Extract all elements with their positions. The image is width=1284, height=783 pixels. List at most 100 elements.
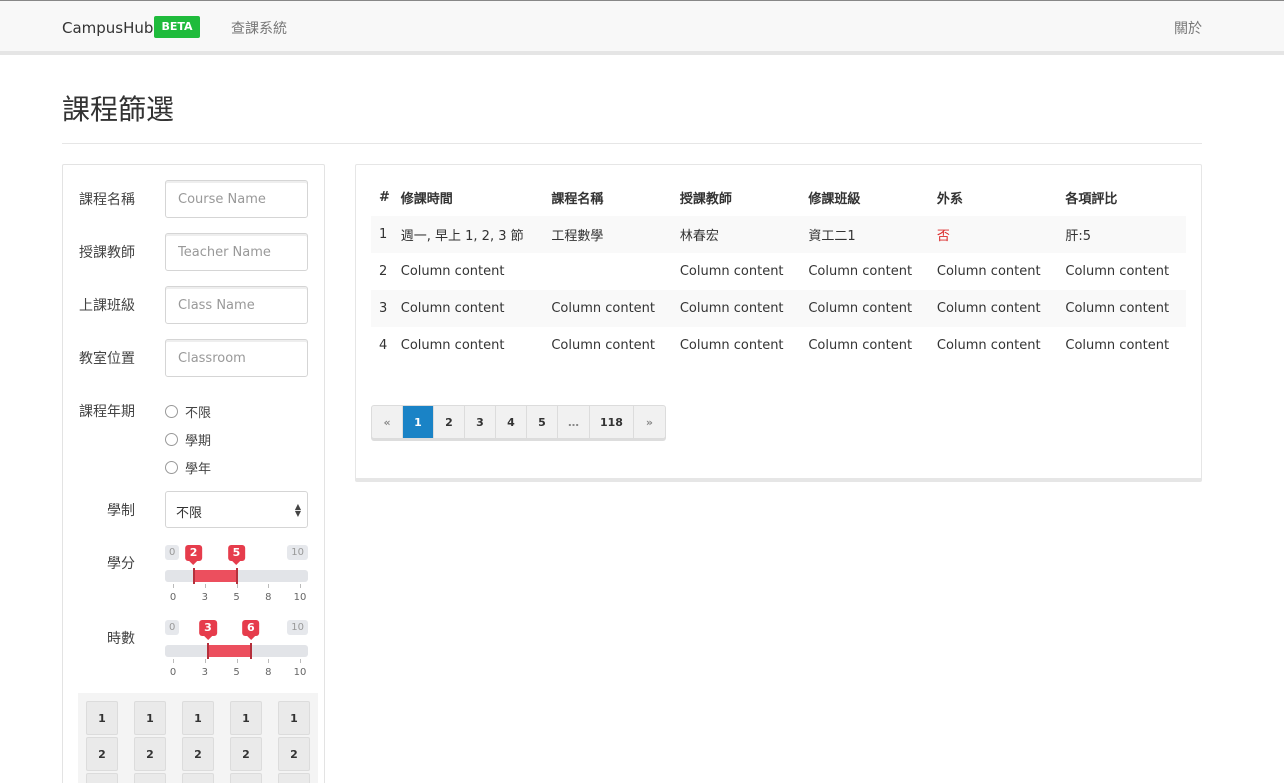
page-button-4[interactable]: 4 xyxy=(496,406,527,438)
next-page-button[interactable]: » xyxy=(634,406,665,438)
brand-name[interactable]: CampusHub xyxy=(62,19,153,37)
slider-tick xyxy=(300,659,301,663)
slider-tick xyxy=(204,659,206,663)
beta-badge: BETA xyxy=(154,16,200,38)
period-grid: 1111122222 xyxy=(78,693,318,783)
term-radio-year[interactable]: 學年 xyxy=(165,458,211,477)
teacher-input[interactable] xyxy=(165,233,308,271)
slider-value-high: 6 xyxy=(241,620,260,640)
period-cell[interactable]: 2 xyxy=(230,737,262,771)
radio-circle-icon[interactable] xyxy=(165,461,178,474)
page-button-1[interactable]: 1 xyxy=(403,406,434,438)
term-radio-any[interactable]: 不限 xyxy=(165,402,211,421)
slider-selected-range xyxy=(207,645,251,657)
table-cell: 2 xyxy=(379,264,388,279)
table-cell: Column content xyxy=(1057,290,1186,327)
nav-link-courses[interactable]: 查課系統 xyxy=(231,18,287,38)
table-cell xyxy=(543,253,672,290)
period-cell[interactable]: 1 xyxy=(182,701,214,735)
course-name-input[interactable] xyxy=(165,180,308,218)
column-header: # xyxy=(379,190,390,205)
class-label: 上課班級 xyxy=(79,298,135,314)
class-input[interactable] xyxy=(165,286,308,324)
slider-min-label: 0 xyxy=(165,620,180,635)
title-divider xyxy=(62,143,1202,144)
column-header: 外系 xyxy=(936,192,963,207)
slider-tick-label: 8 xyxy=(265,667,272,678)
prev-page-button[interactable]: « xyxy=(372,406,403,438)
period-cell[interactable] xyxy=(278,773,310,783)
slider-tick xyxy=(300,584,301,588)
slider-tick xyxy=(268,584,270,588)
filter-sidebar: 課程名稱 授課教師 上課班級 教室位置 課程年期 不限 學期 學年 學制 不限 … xyxy=(62,164,325,783)
table-cell: Column content xyxy=(679,338,784,353)
term-radio-semester[interactable]: 學期 xyxy=(165,430,211,449)
period-cell[interactable]: 1 xyxy=(134,701,166,735)
table-cell: 1 xyxy=(371,216,393,253)
period-cell[interactable] xyxy=(86,773,118,783)
column-header: 授課教師 xyxy=(679,192,732,207)
nav-link-about[interactable]: 關於 xyxy=(1174,18,1202,38)
table-row[interactable]: 1 週一, 早上 1, 2, 3 節工程數學 林春宏 資工二1 否肝:5 xyxy=(371,216,1186,253)
page-ellipsis: … xyxy=(558,406,590,438)
slider-tick-label: 3 xyxy=(201,667,208,678)
slider-handle-low[interactable] xyxy=(206,643,209,659)
period-cell[interactable] xyxy=(182,773,214,783)
term-label: 課程年期 xyxy=(79,404,135,420)
radio-circle-icon[interactable] xyxy=(165,433,178,446)
table-cell: Column content xyxy=(808,338,913,353)
period-cell[interactable]: 2 xyxy=(86,737,118,771)
period-cell[interactable]: 1 xyxy=(278,701,310,735)
table-cell: Column content xyxy=(1065,264,1170,279)
column-header: 修課班級 xyxy=(808,192,861,207)
term-option-label: 不限 xyxy=(185,406,212,421)
table-row[interactable]: 3 Column content Column content Column cont… xyxy=(371,290,1186,327)
course-name-label: 課程名稱 xyxy=(79,192,135,208)
table-cell: Column content xyxy=(671,290,801,327)
period-cell[interactable] xyxy=(134,773,166,783)
slider-tick xyxy=(236,659,238,663)
system-select[interactable]: 不限 ▲ ▼ xyxy=(165,491,308,528)
classroom-label: 教室位置 xyxy=(79,351,135,367)
period-cell[interactable]: 1 xyxy=(230,701,262,735)
slider-handle-high[interactable] xyxy=(235,568,238,584)
period-cell[interactable] xyxy=(230,773,262,783)
classroom-input[interactable] xyxy=(165,339,308,377)
slider-tick-label: 10 xyxy=(293,592,307,603)
table-cell: Column content xyxy=(543,290,672,327)
slider-tick-label: 0 xyxy=(169,667,177,678)
credits-range-slider[interactable]: 2 5 0 10 0 3 5 8 10 xyxy=(165,545,308,605)
period-cell[interactable]: 2 xyxy=(278,737,310,771)
slider-tick xyxy=(204,584,206,588)
slider-tick-label: 0 xyxy=(169,592,177,603)
slider-value-high: 5 xyxy=(227,545,246,565)
table-cell: Column content xyxy=(551,338,656,353)
page-button-5[interactable]: 5 xyxy=(527,406,558,438)
table-row[interactable]: 2 Column content Column content Column cont… xyxy=(371,253,1186,290)
radio-circle-icon[interactable] xyxy=(165,405,178,418)
page-title: 課程篩選 xyxy=(62,93,175,126)
table-cell: Column content xyxy=(936,338,1041,353)
brand[interactable]: CampusHub BETA xyxy=(62,16,200,39)
credits-label: 學分 xyxy=(107,556,135,572)
page-button-2[interactable]: 2 xyxy=(434,406,465,438)
page-button-118[interactable]: 118 xyxy=(590,406,634,438)
table-cell: 週一, 早上 1, 2, 3 節 xyxy=(392,216,544,253)
slider-handle-high[interactable] xyxy=(249,643,252,659)
pagination: «1 2 3 4 5… 118» xyxy=(371,405,666,439)
slider-tick xyxy=(173,584,174,588)
table-cell: Column content xyxy=(1065,338,1170,353)
table-cell: Column content xyxy=(800,290,929,327)
table-cell: Column content xyxy=(928,290,1058,327)
page-button-3[interactable]: 3 xyxy=(465,406,496,438)
column-header: 修課時間 xyxy=(400,192,453,207)
period-cell[interactable]: 1 xyxy=(86,701,118,735)
column-header: 課程名稱 xyxy=(551,192,604,207)
table-row[interactable]: 4 Column content Column content Column cont… xyxy=(371,327,1186,364)
period-cell[interactable]: 2 xyxy=(134,737,166,771)
table-cell: Column content xyxy=(400,338,505,353)
period-cell[interactable]: 2 xyxy=(182,737,214,771)
hours-range-slider[interactable]: 3 6 0 10 0 3 5 8 10 xyxy=(165,620,308,680)
slider-handle-low[interactable] xyxy=(192,568,195,584)
table-header-row: # 修課時間 課程名稱 授課教師 修課班級 外系 各項評比 xyxy=(371,179,1186,216)
